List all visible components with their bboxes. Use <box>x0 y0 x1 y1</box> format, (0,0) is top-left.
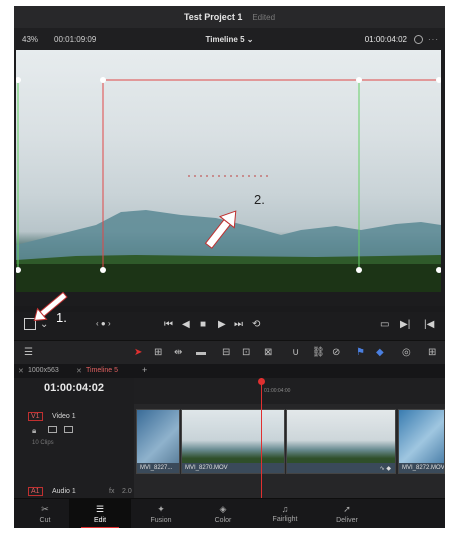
audio-level: 2.0 <box>122 488 132 495</box>
page-cut[interactable]: ✂ Cut <box>14 499 76 528</box>
ruler-label: 01:00:04:00 <box>264 388 291 394</box>
timeline-clip[interactable]: ∿ ◆ <box>286 409 396 474</box>
page-cut-label: Cut <box>39 517 51 524</box>
more-icon[interactable]: ··· <box>428 35 439 44</box>
timeline-timecode: 01:00:04:02 <box>44 382 104 394</box>
cut-icon: ✂ <box>41 504 49 514</box>
timeline-clip[interactable]: MVI_8272.MOV <box>398 409 445 474</box>
track-badge-a1[interactable]: A1 <box>28 487 43 496</box>
playhead-handle[interactable] <box>258 378 265 385</box>
overwrite-clip-icon[interactable]: ⊡ <box>242 347 250 358</box>
tab-resolution[interactable]: 1000x563 <box>28 367 59 374</box>
crop-handle-bottom-right[interactable] <box>356 267 362 273</box>
play-icon[interactable]: ▶ <box>218 319 226 330</box>
go-to-end-icon[interactable]: ⏭ <box>234 319 243 330</box>
clips-count: 10 Clips <box>32 440 54 446</box>
trim-tool-icon[interactable]: ⊞ <box>154 347 162 358</box>
timeline-view-options-icon[interactable]: ☰ <box>24 347 33 358</box>
audio-fx-icon[interactable]: fx <box>109 488 114 495</box>
dynamic-trim-icon[interactable]: ⇹ <box>174 347 182 358</box>
viewer-options-icon[interactable] <box>414 34 423 44</box>
clip-name: MVI_8270.MOV <box>182 463 284 473</box>
clip-transition-icon[interactable]: ∿ ◆ <box>380 465 391 472</box>
timeline-selector-label: Timeline 5 <box>205 34 245 44</box>
flag-icon[interactable]: ⚑ <box>356 347 365 358</box>
track-name-video: Video 1 <box>52 413 76 420</box>
crop-handle-top-left[interactable] <box>100 77 106 83</box>
match-frame-icon[interactable]: ▭ <box>380 319 389 330</box>
viewer-frame[interactable] <box>16 50 441 292</box>
zoom-icon[interactable]: ⊞ <box>428 347 436 358</box>
timeline-ruler[interactable]: 01:00:04:00 <box>134 378 445 404</box>
crop-handle-top-right[interactable] <box>356 77 362 83</box>
next-edit-icon[interactable]: |◀ <box>424 319 434 330</box>
linked-selection-icon[interactable]: ⛓ <box>312 347 325 358</box>
annotation-1: 1. <box>56 310 67 325</box>
track-badge-v1[interactable]: V1 <box>28 412 43 421</box>
audio-meter-icon[interactable]: ◎ <box>402 347 411 358</box>
annotation-2: 2. <box>254 192 265 207</box>
fairlight-icon: ♫ <box>281 504 289 514</box>
timeline-tabs: ✕ 1000x563 ✕ Timeline 5 + <box>14 364 445 378</box>
go-to-start-icon[interactable]: ⏮ <box>164 319 173 330</box>
snapping-icon[interactable]: ∪ <box>292 347 299 358</box>
page-deliver-label: Deliver <box>336 517 358 524</box>
page-color-label: Color <box>214 517 232 524</box>
tab-close-icon[interactable]: ✕ <box>18 367 24 375</box>
project-status: Edited <box>252 12 276 22</box>
project-title: Test Project 1 <box>183 12 243 22</box>
add-tab-icon[interactable]: + <box>142 365 147 375</box>
page-fairlight[interactable]: ♫ Fairlight <box>254 499 316 528</box>
tab-close-icon[interactable]: ✕ <box>76 367 82 375</box>
resolve-window: Test Project 1 Edited 43% 00:01:09:09 Ti… <box>14 6 445 528</box>
lock-track-icon[interactable]: 🔒︎ <box>32 426 36 436</box>
fusion-icon: ✦ <box>157 504 165 514</box>
crop-handle-top-edge[interactable] <box>436 77 441 83</box>
position-lock-icon[interactable]: ⊘ <box>332 347 340 358</box>
title-bar: Test Project 1 Edited <box>14 6 445 28</box>
edit-icon: ☰ <box>95 504 105 514</box>
crop-handle-bottom-edge[interactable] <box>436 267 441 273</box>
loop-icon[interactable]: ⟲ <box>252 319 260 330</box>
prev-edit-icon[interactable]: ▶| <box>400 319 410 330</box>
deliver-icon: ➚ <box>343 504 351 514</box>
auto-select-icon[interactable] <box>48 426 57 433</box>
frame-artwork <box>16 79 441 292</box>
playhead[interactable] <box>261 378 262 498</box>
timeline-track-area[interactable]: 01:00:04:00 MVI_8227... MVI_8270.MOV ∿ ◆… <box>134 378 445 498</box>
edit-toolbar: ☰ ➤ ⊞ ⇹ ▬ ⊟ ⊡ ⊠ ∪ ⛓ ⊘ ⚑ ◆ ◎ ⊞ <box>14 340 445 364</box>
crop-handle-bottom-left[interactable] <box>100 267 106 273</box>
page-navigation: ✂ Cut ☰ Edit ✦ Fusion ◈ Color ♫ Fairligh… <box>14 498 445 528</box>
page-edit[interactable]: ☰ Edit <box>69 499 131 528</box>
timeline-clip[interactable]: MVI_8270.MOV <box>181 409 285 474</box>
track-name-audio: Audio 1 <box>52 488 76 495</box>
disable-track-icon[interactable] <box>64 426 73 433</box>
insert-clip-icon[interactable]: ⊟ <box>222 347 230 358</box>
reverse-play-icon[interactable]: ◀ <box>182 319 190 330</box>
record-timecode: 01:00:04:02 <box>364 34 407 44</box>
page-fusion[interactable]: ✦ Fusion <box>130 499 192 528</box>
replace-clip-icon[interactable]: ⊠ <box>264 347 272 358</box>
page-fairlight-label: Fairlight <box>272 516 298 523</box>
clip-name: MVI_8272.MOV <box>399 463 444 473</box>
page-deliver[interactable]: ➚ Deliver <box>316 499 378 528</box>
selection-tool-icon[interactable]: ➤ <box>134 347 142 358</box>
marker-icon[interactable]: ◆ <box>376 347 384 358</box>
playback-bar: ⌄ ‹ ● › ⏮ ◀ ■ ▶ ⏭ ⟲ ▭ ▶| |◀ <box>14 291 445 340</box>
track-header-panel: 01:00:04:02 V1 Video 1 🔒︎ 10 Clips A1 Au… <box>14 378 134 498</box>
blade-tool-icon[interactable]: ▬ <box>196 347 206 358</box>
tab-timeline[interactable]: Timeline 5 <box>86 367 118 374</box>
active-page-indicator <box>81 527 119 528</box>
color-icon: ◈ <box>219 504 227 514</box>
jog-controls-icon[interactable]: ‹ ● › <box>96 319 111 328</box>
timeline-clip[interactable]: MVI_8227... <box>136 409 180 474</box>
page-fusion-label: Fusion <box>150 517 172 524</box>
page-edit-label: Edit <box>93 517 107 524</box>
viewer-header: 43% 00:01:09:09 Timeline 5 ⌄ 01:00:04:02… <box>14 28 445 50</box>
stop-icon[interactable]: ■ <box>200 319 206 330</box>
page-color[interactable]: ◈ Color <box>192 499 254 528</box>
clip-name: MVI_8227... <box>137 463 179 473</box>
